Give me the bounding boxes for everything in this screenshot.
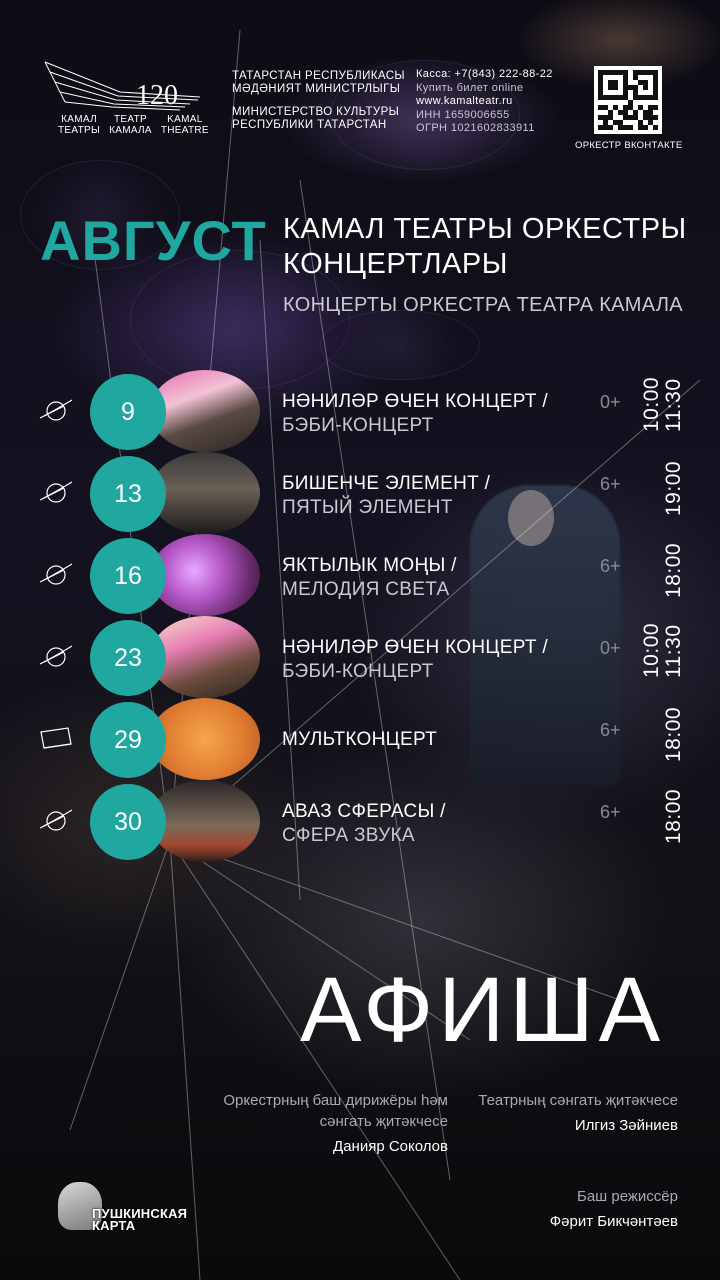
event-title[interactable]: МУЛЬТКОНЦЕРТ	[282, 728, 437, 752]
box-office-phone[interactable]: Касса: +7(843) 222-88-22	[416, 68, 553, 82]
ministry-block: ТАТАРСТАН РЕСПУБЛИКАСЫ МӘДӘНИЯТ МИНИСТРЛ…	[232, 70, 405, 142]
globe-icon	[39, 563, 73, 585]
ministry-ru-line-1: МИНИСТЕРСТВО КУЛЬТУРЫ	[232, 106, 400, 118]
page-title-ru: КОНЦЕРТЫ ОРКЕСТРА ТЕАТРА КАМАЛА	[283, 294, 683, 316]
qr-code[interactable]	[594, 66, 662, 134]
event-time: 18:00	[662, 788, 685, 844]
event-date-badge: 16	[90, 538, 166, 614]
event-title-ru: СФЕРА ЗВУКА	[282, 825, 415, 846]
event-title-tat: НӘНИЛӘР ӨЧЕН КОНЦЕРТ /	[282, 391, 548, 412]
logo-label-ru: ТЕАТР КАМАЛА	[109, 114, 152, 136]
event-title-ru: БЭБИ-КОНЦЕРТ	[282, 415, 434, 436]
event-time: 11:30	[662, 378, 685, 433]
globe-icon	[39, 809, 73, 831]
event-age-rating: 0+	[600, 638, 621, 658]
ministry-ru-line-2: РЕСПУБЛИКИ ТАТАРСТАН	[232, 119, 387, 131]
ministry-tat-line-1: ТАТАРСТАН РЕСПУБЛИКАСЫ	[232, 70, 405, 82]
event-photo	[150, 452, 260, 534]
credit-conductor: Оркестрның баш дирижёры һәм сәнгать җитә…	[208, 1090, 448, 1157]
credit-name: Фәрит Бикчәнтәев	[549, 1213, 678, 1230]
event-title-tat: НӘНИЛӘР ӨЧЕН КОНЦЕРТ /	[282, 637, 548, 658]
event-title[interactable]: АВАЗ СФЕРАСЫ / СФЕРА ЗВУКА	[282, 800, 446, 848]
event-date-badge: 13	[90, 456, 166, 532]
globe-icon	[39, 399, 73, 421]
ministry-tat-line-2: МӘДӘНИЯТ МИНИСТРЛЫГЫ	[232, 83, 401, 95]
event-time: 18:00	[662, 706, 685, 762]
page-title-tat: КАМАЛ ТЕАТРЫ ОРКЕСТРЫ КОНЦЕРТЛАРЫ	[283, 213, 687, 280]
event-age-rating: 0+	[600, 392, 621, 412]
screen-icon	[40, 727, 72, 749]
event-age-rating: 6+	[600, 474, 621, 494]
event-title-tat: ЯКТЫЛЫК МОҢЫ /	[282, 555, 457, 576]
event-title-tat: МУЛЬТКОНЦЕРТ	[282, 729, 438, 750]
credit-art-director: Театрның сәнгать җитәкчесе Илгиз Зәйниев	[478, 1090, 678, 1136]
event-title[interactable]: ЯКТЫЛЫК МОҢЫ / МЕЛОДИЯ СВЕТА	[282, 554, 457, 602]
afisha-heading: АФИША	[300, 959, 666, 1061]
event-photo	[150, 698, 260, 780]
event-title[interactable]: БИШЕНЧЕ ЭЛЕМЕНТ / ПЯТЫЙ ЭЛЕМЕНТ	[282, 472, 490, 520]
credit-role: Театрның сәнгать җитәкчесе	[478, 1092, 678, 1109]
globe-icon	[39, 481, 73, 503]
event-photo	[150, 534, 260, 616]
event-photo	[150, 616, 260, 698]
event-age-rating: 6+	[600, 720, 621, 740]
globe-icon	[39, 645, 73, 667]
credit-name: Данияр Соколов	[333, 1138, 448, 1155]
credit-role: Оркестрның баш дирижёры һәм сәнгать җитә…	[223, 1092, 448, 1130]
ogrn-text: ОГРН 1021602833911	[416, 122, 535, 134]
event-date-badge: 23	[90, 620, 166, 696]
event-time: 19:00	[662, 460, 685, 516]
event-age-rating: 6+	[600, 556, 621, 576]
event-title-tat: БИШЕНЧЕ ЭЛЕМЕНТ /	[282, 473, 491, 494]
event-date-badge: 9	[90, 374, 166, 450]
logo-number: 120	[136, 80, 178, 111]
qr-label: ОРКЕСТР ВКОНТАКТЕ	[575, 140, 683, 151]
event-title-ru: ПЯТЫЙ ЭЛЕМЕНТ	[282, 497, 453, 518]
event-time: 11:30	[662, 624, 685, 679]
pushkin-card-logo: ПУШКИНСКАЯ КАРТА	[58, 1182, 228, 1232]
credit-main-director: Баш режиссёр Фәрит Бикчәнтәев	[458, 1186, 678, 1232]
event-title[interactable]: НӘНИЛӘР ӨЧЕН КОНЦЕРТ / БЭБИ-КОНЦЕРТ	[282, 636, 548, 684]
logo-label-tat: КАМАЛ ТЕАТРЫ	[58, 114, 101, 136]
event-photo	[150, 370, 260, 452]
month-title: АВГУСТ	[40, 209, 267, 272]
event-row[interactable]: 13 БИШЕНЧЕ ЭЛЕМЕНТ / ПЯТЫЙ ЭЛЕМЕНТ 6+ 19:00	[0, 452, 720, 534]
event-title[interactable]: НӘНИЛӘР ӨЧЕН КОНЦЕРТ / БЭБИ-КОНЦЕРТ	[282, 390, 548, 438]
event-row[interactable]: 29 МУЛЬТКОНЦЕРТ 6+ 18:00	[0, 698, 720, 780]
buy-online-text: Купить билет online	[416, 81, 524, 94]
event-row[interactable]: 9 НӘНИЛӘР ӨЧЕН КОНЦЕРТ / БЭБИ-КОНЦЕРТ 0+ 10:…	[0, 370, 720, 452]
inn-text: ИНН 1659006655	[416, 108, 510, 121]
website-link[interactable]: www.kamalteatr.ru	[416, 95, 553, 109]
event-title-ru: БЭБИ-КОНЦЕРТ	[282, 661, 434, 682]
event-photo	[150, 780, 260, 862]
qr-code-pattern	[598, 70, 658, 130]
event-date-badge: 29	[90, 702, 166, 778]
pushkin-card-text: ПУШКИНСКАЯ КАРТА	[92, 1206, 188, 1233]
event-time: 18:00	[662, 542, 685, 598]
event-title-ru: МЕЛОДИЯ СВЕТА	[282, 579, 450, 600]
event-row[interactable]: 30 АВАЗ СФЕРАСЫ / СФЕРА ЗВУКА 6+ 18:00	[0, 780, 720, 862]
logo-label-en: KAMAL THEATRE	[160, 114, 209, 136]
credit-name: Илгиз Зәйниев	[574, 1117, 678, 1134]
contact-block: Касса: +7(843) 222-88-22 Купить билет on…	[416, 68, 553, 136]
event-age-rating: 6+	[600, 802, 621, 822]
event-time: 10:00	[640, 376, 663, 432]
event-row[interactable]: 16 ЯКТЫЛЫК МОҢЫ / МЕЛОДИЯ СВЕТА 6+ 18:00	[0, 534, 720, 616]
event-title-tat: АВАЗ СФЕРАСЫ /	[282, 801, 446, 822]
event-time: 10:00	[640, 622, 663, 678]
event-date-badge: 30	[90, 784, 166, 860]
event-row[interactable]: 23 НӘНИЛӘР ӨЧЕН КОНЦЕРТ / БЭБИ-КОНЦЕРТ 0+ 10…	[0, 616, 720, 698]
logo-labels: КАМАЛ ТЕАТРЫ ТЕАТР КАМАЛА KAMAL THEATRE	[58, 114, 209, 136]
credit-role: Баш режиссёр	[576, 1188, 678, 1205]
